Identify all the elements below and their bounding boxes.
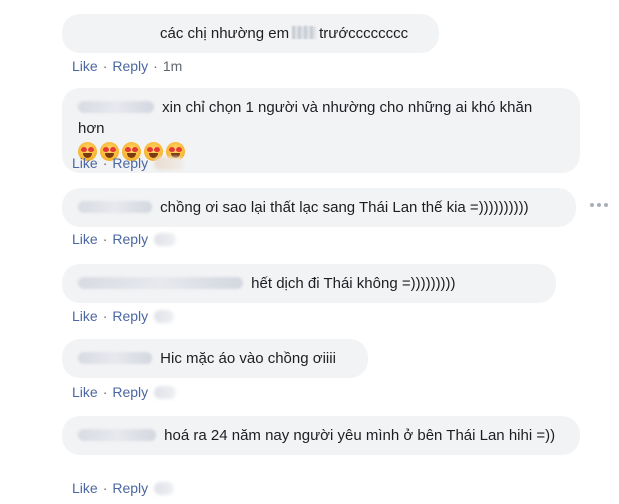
reply-link[interactable]: Reply	[112, 480, 148, 496]
comment-text: hoá ra 24 năm nay người yêu mình ở bên T…	[164, 427, 556, 444]
like-link[interactable]: Like	[72, 384, 98, 400]
comment-actions: Like · Reply	[72, 154, 185, 172]
redacted-reaction	[154, 157, 185, 170]
comment-bubble: hoá ra 24 năm nay người yêu mình ở bên T…	[62, 416, 580, 455]
comment-actions: Like · Reply	[72, 307, 175, 325]
reply-link[interactable]: Reply	[112, 155, 148, 171]
redacted-reaction	[154, 386, 177, 399]
comment-text: chồng ơi sao lại thất lạc sang Thái Lan …	[160, 199, 529, 216]
comment-actions: Like · Reply	[72, 479, 175, 497]
comment-text: các chị nhường em	[160, 25, 290, 42]
comment-actions: Like · Reply · 1m	[72, 58, 183, 74]
reply-link[interactable]: Reply	[112, 58, 148, 74]
comment-bubble: các chị nhường em trướcccccccc	[62, 14, 439, 53]
redacted-author-name[interactable]	[78, 429, 156, 441]
like-link[interactable]: Like	[72, 480, 98, 496]
comment-text: Hic mặc áo vào chồng ơiiii	[160, 350, 336, 367]
redacted-reaction	[154, 310, 175, 323]
comment-1: các chị nhường em trướcccccccc	[62, 14, 439, 53]
redacted-reaction	[154, 482, 175, 495]
timestamp[interactable]: 1m	[163, 58, 182, 74]
more-options-icon[interactable]	[590, 203, 608, 207]
comment-text-after: trướcccccccc	[319, 25, 409, 42]
redacted-author-name[interactable]	[78, 201, 152, 213]
reply-link[interactable]: Reply	[112, 384, 148, 400]
redacted-reaction	[154, 233, 177, 246]
like-link[interactable]: Like	[72, 155, 98, 171]
comment-text: hết dịch đi Thái không =)))))))))	[251, 275, 456, 292]
like-link[interactable]: Like	[72, 58, 98, 74]
redacted-author-name[interactable]	[78, 101, 154, 113]
comment-3: chồng ơi sao lại thất lạc sang Thái Lan …	[62, 188, 576, 227]
comment-6: hoá ra 24 năm nay người yêu mình ở bên T…	[62, 416, 580, 455]
redacted-word	[292, 26, 317, 39]
comment-4: hết dịch đi Thái không =)))))))))	[62, 264, 556, 303]
comment-bubble: Hic mặc áo vào chồng ơiiii	[62, 339, 368, 378]
like-link[interactable]: Like	[72, 308, 98, 324]
like-link[interactable]: Like	[72, 231, 98, 247]
redacted-author-name[interactable]	[78, 352, 152, 364]
reply-link[interactable]: Reply	[112, 308, 148, 324]
comment-bubble: hết dịch đi Thái không =)))))))))	[62, 264, 556, 303]
comment-bubble: chồng ơi sao lại thất lạc sang Thái Lan …	[62, 188, 576, 227]
comment-5: Hic mặc áo vào chồng ơiiii	[62, 339, 368, 378]
comment-actions: Like · Reply	[72, 383, 177, 401]
redacted-author-name[interactable]	[78, 277, 243, 289]
reply-link[interactable]: Reply	[112, 231, 148, 247]
comment-actions: Like · Reply	[72, 230, 177, 248]
